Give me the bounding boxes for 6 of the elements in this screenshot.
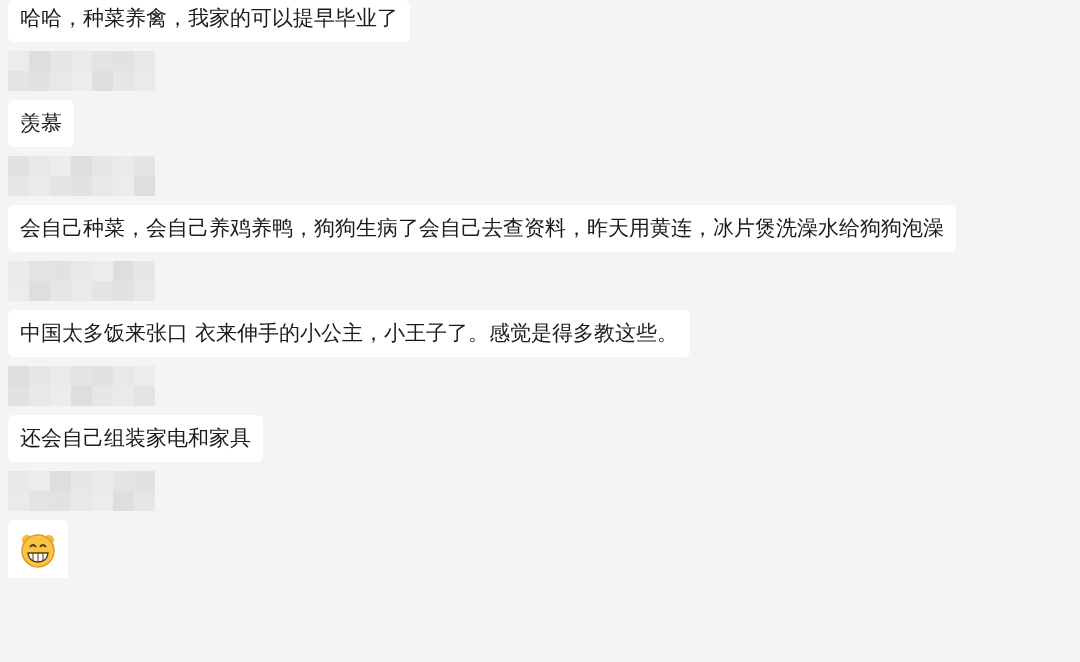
message-bubble: 还会自己组装家电和家具 — [8, 415, 263, 462]
message-bubble: 哈哈，种菜养禽，我家的可以提早毕业了 — [8, 0, 410, 42]
message-bubble: 中国太多饭来张口 衣来伸手的小公主，小王子了。感觉是得多教这些。 — [8, 310, 690, 357]
message-bubble: 会自己种菜，会自己养鸡养鸭，狗狗生病了会自己去查资料，昨天用黄连，冰片煲洗澡水给狗狗泡澡 — [8, 205, 956, 252]
grinning-emoji-icon — [20, 532, 56, 568]
message-bubble: 羡慕 — [8, 100, 74, 147]
